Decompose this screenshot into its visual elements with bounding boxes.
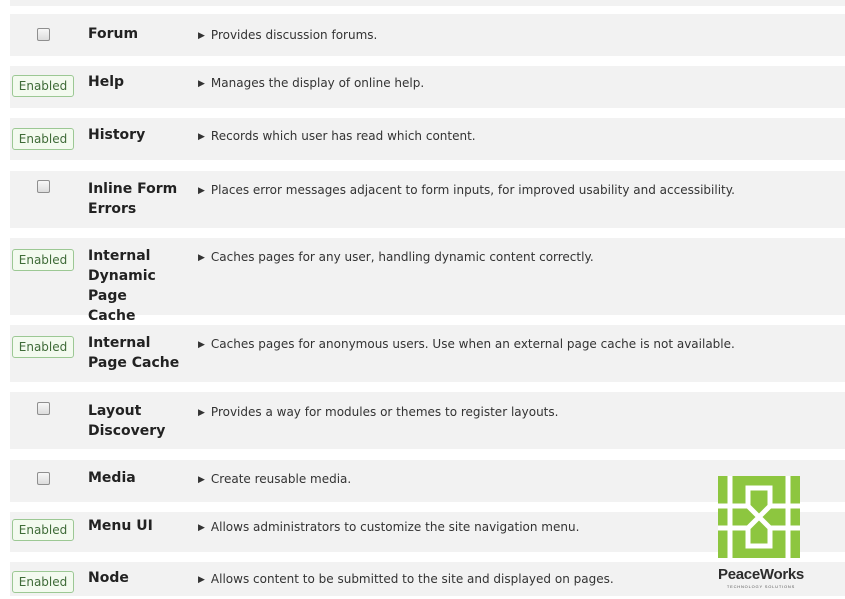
module-row: Inline Form Errors ▶ Places error message… <box>10 171 845 228</box>
expand-triangle-icon: ▶ <box>198 253 205 263</box>
module-description: Provides a way for modules or themes to … <box>210 405 559 419</box>
module-name: Node <box>88 570 129 586</box>
logo-wordmark: PeaceWorks <box>718 566 804 583</box>
module-description: Caches pages for any user, handling dyna… <box>210 250 594 264</box>
module-name: Help <box>88 74 125 90</box>
module-checkbox[interactable] <box>36 401 50 415</box>
module-description: Manages the display of online help. <box>210 76 425 90</box>
module-checkbox[interactable] <box>36 179 50 193</box>
module-name: History <box>88 127 146 143</box>
module-description: Caches pages for anonymous users. Use wh… <box>210 337 735 351</box>
module-name: Forum <box>88 26 139 42</box>
enabled-badge: Enabled <box>11 519 75 541</box>
module-description: Records which user has read which conten… <box>210 129 476 143</box>
module-row-partial <box>10 0 845 6</box>
module-description-toggle[interactable]: ▶ Provides discussion forums. <box>198 27 377 44</box>
module-name: Menu UI <box>88 518 153 534</box>
enabled-badge: Enabled <box>11 336 75 358</box>
module-row: Enabled Internal Dynamic Page Cache ▶ Cac… <box>10 238 845 324</box>
logo-tagline: TECHNOLOGY SOLUTIONS <box>726 584 796 589</box>
expand-triangle-icon: ▶ <box>198 186 205 196</box>
expand-triangle-icon: ▶ <box>198 575 205 585</box>
module-description: Places error messages adjacent to form i… <box>210 183 735 197</box>
module-checkbox[interactable] <box>36 471 50 485</box>
enabled-badge: Enabled <box>11 75 75 97</box>
module-description-toggle[interactable]: ▶ Caches pages for anonymous users. Use w… <box>198 336 735 353</box>
module-row: Enabled Help ▶ Manages the display of onl… <box>10 66 845 108</box>
peaceworks-knot-icon <box>718 476 800 558</box>
expand-triangle-icon: ▶ <box>198 31 205 41</box>
peaceworks-logo: PeaceWorks TECHNOLOGY SOLUTIONS <box>718 476 804 594</box>
module-description-toggle[interactable]: ▶ Caches pages for any user, handling dyn… <box>198 249 594 266</box>
module-description: Provides discussion forums. <box>210 28 378 42</box>
module-description-toggle[interactable]: ▶ Create reusable media. <box>198 471 351 488</box>
module-description-toggle[interactable]: ▶ Allows content to be submitted to the s… <box>198 571 614 588</box>
module-description-toggle[interactable]: ▶ Places error messages adjacent to form … <box>198 182 735 199</box>
expand-triangle-icon: ▶ <box>198 475 205 485</box>
expand-triangle-icon: ▶ <box>198 408 205 418</box>
module-name: Inline Form Errors <box>88 181 178 217</box>
module-name: Internal Page Cache <box>88 335 180 371</box>
expand-triangle-icon: ▶ <box>198 79 205 89</box>
module-row: Layout Discovery ▶ Provides a way for mod… <box>10 392 845 449</box>
module-description-toggle[interactable]: ▶ Manages the display of online help. <box>198 75 424 92</box>
module-description-toggle[interactable]: ▶ Provides a way for modules or themes to… <box>198 404 558 421</box>
enabled-badge: Enabled <box>11 571 75 593</box>
module-description: Allows administrators to customize the s… <box>210 520 580 534</box>
module-description-toggle[interactable]: ▶ Allows administrators to customize the … <box>198 519 579 536</box>
module-row: Enabled History ▶ Records which user has … <box>10 118 845 160</box>
module-description-toggle[interactable]: ▶ Records which user has read which conte… <box>198 128 476 145</box>
module-row: Enabled Internal Page Cache ▶ Caches page… <box>10 325 845 382</box>
module-name: Media <box>88 470 136 486</box>
expand-triangle-icon: ▶ <box>198 340 205 350</box>
expand-triangle-icon: ▶ <box>198 523 205 533</box>
module-row: Forum ▶ Provides discussion forums. <box>10 14 845 56</box>
module-name: Internal Dynamic Page Cache <box>88 248 156 324</box>
module-checkbox[interactable] <box>36 27 50 41</box>
module-description: Create reusable media. <box>210 472 352 486</box>
enabled-badge: Enabled <box>11 128 75 150</box>
enabled-badge: Enabled <box>11 249 75 271</box>
expand-triangle-icon: ▶ <box>198 132 205 142</box>
module-name: Layout Discovery <box>88 403 166 439</box>
module-description: Allows content to be submitted to the si… <box>210 572 614 586</box>
